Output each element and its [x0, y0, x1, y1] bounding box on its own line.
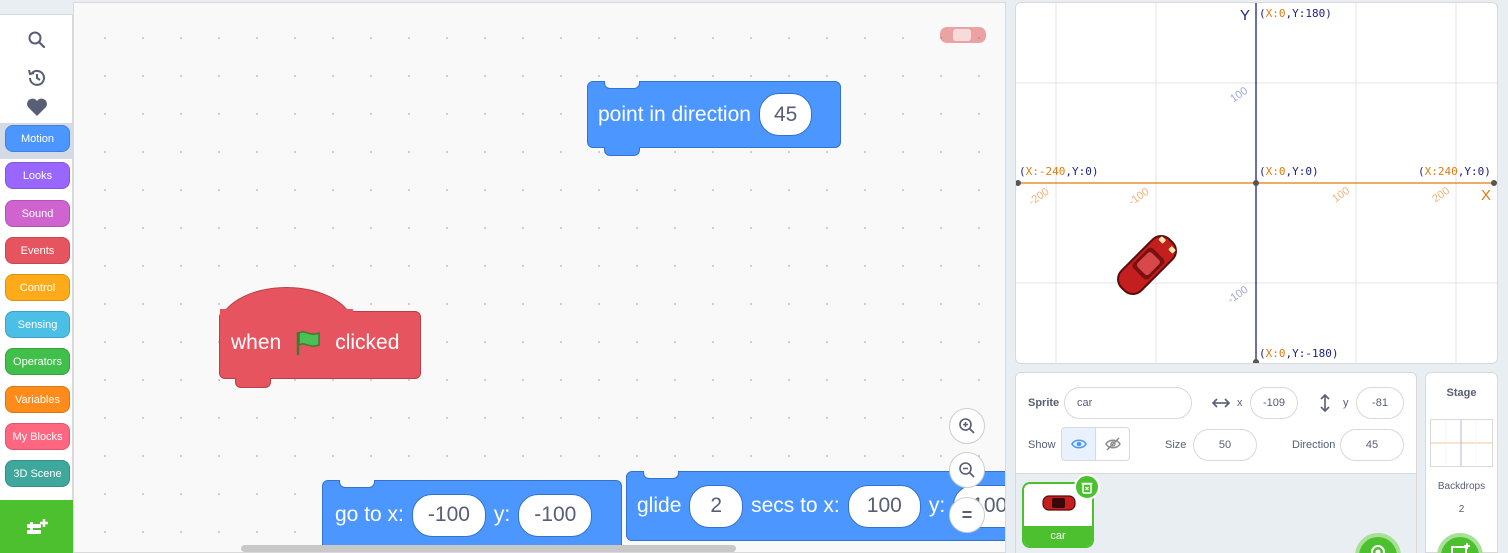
coord-top: (X:0,Y:180)	[1259, 7, 1332, 20]
sprite-tile-name: car	[1024, 526, 1092, 546]
category-events-button[interactable]: Events	[5, 237, 70, 264]
y-position-field[interactable]: -81	[1356, 387, 1404, 419]
backdrops-label: Backdrops	[1437, 481, 1486, 492]
glide-block[interactable]: glide 2 secs to x: 100 y: 100	[626, 471, 1005, 541]
goto-y-input[interactable]: -100	[518, 493, 593, 537]
eye-icon	[1070, 439, 1087, 449]
coord-center: (X:0,Y:0)	[1259, 165, 1319, 178]
coord-left: (X:-240,Y:0)	[1019, 165, 1099, 178]
block-label-when: when	[231, 331, 282, 354]
goto-x-input[interactable]: -100	[411, 493, 486, 537]
block-label: point in direction	[598, 102, 751, 126]
category-sensing-button[interactable]: Sensing	[5, 311, 70, 338]
coord-bottom: (X:0,Y:-180)	[1259, 347, 1339, 360]
stage-grid	[1016, 3, 1497, 363]
add-extension-button[interactable]	[0, 500, 73, 553]
show-hidden-button[interactable]	[1095, 427, 1130, 461]
point-in-direction-block[interactable]: point in direction 45	[587, 81, 841, 156]
block-label-clicked: clicked	[335, 331, 400, 354]
category-variables-button[interactable]: Variables	[5, 386, 70, 413]
x-axis-label: X	[1481, 187, 1492, 204]
category-my-blocks-button[interactable]: My Blocks	[5, 423, 70, 450]
stage-selector[interactable]: Stage Backdrops 2	[1425, 372, 1498, 553]
delete-sprite-button[interactable]	[1074, 474, 1100, 500]
sprite-info-panel: Sprite car x -109 y -81 Show Size 50 Dir…	[1015, 372, 1417, 553]
history-icon[interactable]	[24, 65, 50, 91]
sprite-picker-icon	[1371, 545, 1385, 553]
direction-input[interactable]: 45	[758, 93, 813, 136]
search-icon[interactable]	[24, 27, 50, 53]
x-position-field[interactable]: -109	[1250, 387, 1298, 419]
car-thumbnail-icon	[1042, 495, 1076, 511]
y-position-icon	[1320, 394, 1330, 412]
glide-label-y: y:	[928, 494, 946, 517]
zoom-in-icon	[959, 418, 975, 434]
zoom-in-button[interactable]	[949, 408, 985, 444]
x-label: x	[1237, 397, 1243, 409]
category-palette: Motion Looks Sound Events Control Sensing Oper…	[0, 14, 73, 553]
goto-label-y: y:	[493, 503, 511, 526]
stage-thumbnail	[1430, 419, 1493, 467]
trash-icon	[1081, 482, 1093, 494]
show-label: Show	[1028, 439, 1056, 451]
category-3d-scene-button[interactable]: 3D Scene	[5, 460, 70, 487]
y-axis-label: Y	[1240, 7, 1251, 24]
x-position-icon	[1212, 398, 1230, 408]
add-extension-icon	[26, 519, 48, 534]
green-flag-icon	[296, 331, 320, 355]
category-looks-button[interactable]: Looks	[5, 162, 70, 189]
sprite-name-field[interactable]: car	[1064, 387, 1192, 419]
backdrop-picker-icon	[1451, 543, 1470, 553]
go-to-xy-block[interactable]: go to x: -100 y: -100	[322, 480, 622, 550]
goto-label-x: go to x:	[335, 503, 404, 526]
size-label: Size	[1165, 439, 1187, 451]
sprite-label: Sprite	[1028, 397, 1060, 409]
glide-label-secs: secs to x:	[751, 494, 840, 517]
eye-hidden-icon	[1104, 437, 1121, 451]
backdrops-count: 2	[1458, 504, 1465, 515]
scratch-editor: Motion Looks Sound Events Control Sensing Oper…	[0, 0, 1508, 553]
category-sound-button[interactable]: Sound	[5, 200, 70, 227]
size-field[interactable]: 50	[1193, 429, 1257, 461]
sprite-ghost-car-icon	[940, 27, 986, 43]
glide-x-input[interactable]: 100	[847, 484, 921, 528]
glide-secs-input[interactable]: 2	[689, 484, 744, 528]
when-flag-clicked-block[interactable]: when clicked	[219, 287, 421, 391]
direction-field[interactable]: 45	[1340, 429, 1404, 461]
zoom-reset-button[interactable]: =	[949, 497, 985, 533]
category-control-button[interactable]: Control	[5, 274, 70, 301]
car-sprite[interactable]	[1113, 231, 1181, 299]
glide-label: glide	[637, 494, 682, 517]
code-workspace[interactable]: point in direction 45 when clicked go to…	[73, 2, 1006, 553]
workspace-horizontal-scrollbar[interactable]	[241, 545, 736, 552]
direction-label: Direction	[1292, 439, 1336, 451]
zoom-out-icon	[959, 462, 975, 478]
stage-title: Stage	[1446, 387, 1477, 399]
heart-icon[interactable]	[24, 94, 50, 120]
y-label: y	[1343, 397, 1349, 409]
category-operators-button[interactable]: Operators	[5, 348, 70, 375]
coord-right: (X:240,Y:0)	[1418, 165, 1491, 178]
zoom-out-button[interactable]	[949, 452, 985, 488]
stage-canvas[interactable]: Y X (X:0,Y:180) (X:-240,Y:0) (X:0,Y:0) (…	[1015, 2, 1498, 364]
show-visible-button[interactable]	[1061, 427, 1096, 461]
category-motion-button[interactable]: Motion	[5, 125, 70, 152]
